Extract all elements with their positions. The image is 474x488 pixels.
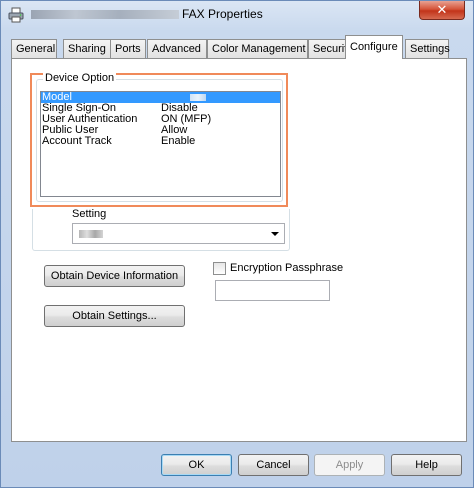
obtain-settings-button[interactable]: Obtain Settings... [44,305,185,327]
tab-color-management[interactable]: Color Management [207,39,308,58]
list-item-value: Enable [161,135,196,147]
model-value-redacted [190,94,206,101]
configure-panel: Device Option Model Single Sign-On Disab… [11,58,467,442]
list-item-key: Account Track [42,135,112,147]
encryption-passphrase-label[interactable]: Encryption Passphrase [230,262,343,274]
printer-name-redacted [31,10,179,19]
dialog-button-bar: OK Cancel Apply Help [1,446,473,488]
ok-button[interactable]: OK [161,454,232,476]
device-option-highlight: Device Option Model Single Sign-On Disab… [30,72,288,207]
cancel-button[interactable]: Cancel [238,454,309,476]
close-icon: ✕ [436,2,448,17]
help-button[interactable]: Help [391,454,462,476]
tab-settings[interactable]: Settings [405,39,450,58]
close-button[interactable]: ✕ [419,1,465,20]
tab-sharing[interactable]: Sharing [63,39,111,58]
device-option-label: Device Option [43,72,117,84]
tab-general[interactable]: General [11,39,57,58]
title-bar[interactable]: FAX Properties ✕ [1,1,473,29]
setting-label: Setting [72,208,107,220]
tab-advanced[interactable]: Advanced [147,39,207,58]
apply-button[interactable]: Apply [314,454,385,476]
list-item-account-track[interactable]: Account Track Enable [41,136,280,147]
obtain-device-information-button[interactable]: Obtain Device Information [44,265,185,287]
device-option-list[interactable]: Model Single Sign-On Disable User Authen… [40,91,281,197]
window-title: FAX Properties [182,7,263,21]
tab-configure[interactable]: Configure [345,35,403,59]
fax-properties-window: FAX Properties ✕ General Sharing Ports A… [0,0,474,488]
setting-dropdown[interactable] [72,223,285,244]
printer-icon [8,7,24,23]
setting-value-redacted [79,230,103,238]
tab-ports[interactable]: Ports [110,39,146,58]
tab-strip: General Sharing Ports Advanced Color Man… [11,35,467,59]
chevron-down-icon[interactable] [271,232,279,236]
encryption-passphrase-checkbox[interactable] [213,262,226,275]
encryption-passphrase-input[interactable] [215,280,330,301]
